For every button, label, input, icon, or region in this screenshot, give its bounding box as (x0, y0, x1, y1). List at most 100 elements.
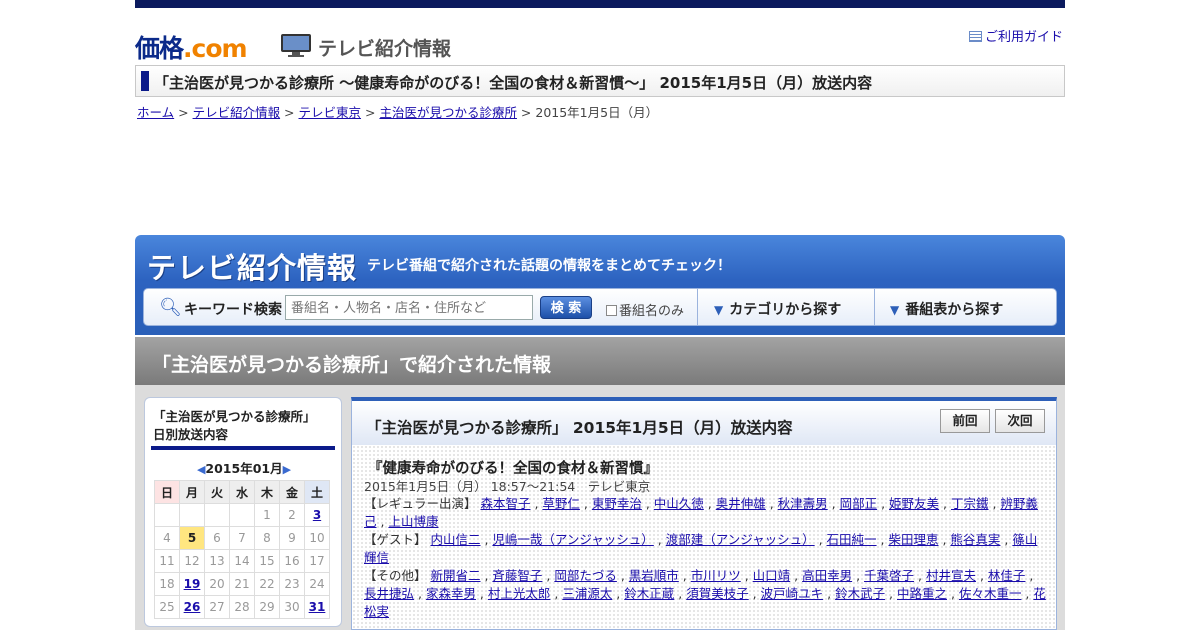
breadcrumb-separator: > (174, 105, 193, 120)
calendar-month: 2015年01月 (205, 461, 283, 476)
search-button[interactable]: 検 索 (540, 296, 592, 319)
calendar-day: 4 (154, 526, 180, 550)
cast-separator: , (827, 496, 840, 511)
cast-member-link[interactable]: 児嶋一哉（アンジャッシュ） (492, 532, 653, 547)
cast-member-link[interactable]: 村井宣夫 (926, 568, 976, 583)
checkbox-box[interactable] (606, 305, 617, 316)
cast-member-link[interactable]: 佐々木重一 (959, 586, 1022, 601)
cast-member-link[interactable]: 丁宗鐵 (951, 496, 989, 511)
cast-member-link[interactable]: 秋津壽男 (778, 496, 828, 511)
cast-member-link[interactable]: 森本智子 (480, 496, 530, 511)
cast-member-link[interactable]: 内山信二 (430, 532, 480, 547)
cast-member-link[interactable]: 柴田理恵 (888, 532, 938, 547)
kakaku-logo[interactable]: 価格.com (135, 29, 248, 65)
cast-member-link[interactable]: 村上光太郎 (488, 586, 551, 601)
calendar-weekday: 木 (254, 480, 280, 504)
section-title[interactable]: テレビ紹介情報 (318, 34, 451, 61)
calendar-day-link[interactable]: 26 (184, 600, 201, 614)
divider (874, 289, 875, 325)
cast-member-link[interactable]: 岡部たづる (554, 568, 617, 583)
guest-cast-label: 【ゲスト】 (364, 532, 431, 547)
calendar-weekday: 日 (154, 480, 180, 504)
cast-member-link[interactable]: 東野幸治 (592, 496, 642, 511)
cast-member-link[interactable]: 奥井伸雄 (716, 496, 766, 511)
calendar-day (204, 503, 230, 527)
program-only-checkbox[interactable]: 番組名のみ (606, 300, 684, 319)
calendar-weekday: 土 (304, 480, 330, 504)
guide-link[interactable]: ご利用ガイド (968, 26, 1063, 45)
cast-member-link[interactable]: 斉藤智子 (492, 568, 542, 583)
category-link-label: カテゴリから探す (729, 302, 842, 318)
cast-member-link[interactable]: 黒岩順市 (629, 568, 679, 583)
cast-member-link[interactable]: 波戸崎ユキ (761, 586, 824, 601)
cast-member-link[interactable]: 中路重之 (897, 586, 947, 601)
cast-member-link[interactable]: 家森幸男 (426, 586, 476, 601)
breadcrumb-program[interactable]: 主治医が見つかる診療所 (379, 105, 517, 120)
calendar-weekday: 金 (279, 480, 305, 504)
prev-episode-button[interactable]: 前回 (940, 409, 990, 433)
next-episode-button[interactable]: 次回 (995, 409, 1045, 433)
cast-member-link[interactable]: 千葉啓子 (864, 568, 914, 583)
calendar-day: 13 (204, 549, 230, 573)
calendar-day-link[interactable]: 31 (309, 600, 326, 614)
cast-separator: , (1025, 568, 1034, 583)
cast-member-link[interactable]: 須賀美枝子 (686, 586, 749, 601)
cast-member-link[interactable]: 鈴木正蔵 (624, 586, 674, 601)
calendar-day: 17 (304, 549, 330, 573)
calendar-day-link[interactable]: 3 (313, 508, 321, 522)
cast-separator: , (885, 586, 897, 601)
breadcrumb-tv-info[interactable]: テレビ紹介情報 (193, 105, 281, 120)
cast-member-link[interactable]: 上山博康 (388, 514, 438, 529)
schedule-link[interactable]: ▼ 番組表から探す (890, 299, 1003, 319)
cast-member-link[interactable]: 熊谷真実 (950, 532, 1000, 547)
calendar-day: 2 (279, 503, 305, 527)
cast-member-link[interactable]: 岡部正 (840, 496, 878, 511)
section-heading: 「主治医が見つかる診療所」で紹介された情報 (152, 354, 552, 376)
breadcrumb: ホーム > テレビ紹介情報 > テレビ東京 > 主治医が見つかる診療所 > 20… (137, 102, 658, 121)
cast-member-link[interactable]: 石田純一 (827, 532, 877, 547)
list-icon (968, 31, 982, 42)
cast-member-link[interactable]: 草野仁 (542, 496, 580, 511)
cast-separator: , (703, 496, 716, 511)
calendar-day[interactable]: 19 (179, 572, 205, 596)
calendar-day-link[interactable]: 19 (184, 577, 201, 591)
cast-member-link[interactable]: 渡部建（アンジャッシュ） (666, 532, 815, 547)
calendar-day: 24 (304, 572, 330, 596)
cast-list: 【レギュラー出演】 森本智子 , 草野仁 , 東野幸治 , 中山久徳 , 奥井伸… (364, 495, 1048, 621)
calendar-day[interactable]: 31 (304, 595, 330, 619)
calendar-day[interactable]: 26 (179, 595, 205, 619)
sidebar-title: 「主治医が見つかる診療所」 日別放送内容 (153, 408, 316, 444)
calendar-weekday: 水 (229, 480, 255, 504)
cast-member-link[interactable]: 新開省二 (430, 568, 480, 583)
search-input[interactable] (285, 295, 533, 320)
schedule-link-label: 番組表から探す (905, 302, 1004, 318)
cast-separator: , (939, 496, 951, 511)
cast-member-link[interactable]: 鈴木武子 (835, 586, 885, 601)
calendar-day: 9 (279, 526, 305, 550)
page-title-bar: 「主治医が見つかる診療所 ～健康寿命がのびる！全国の食材＆新習慣～」 2015年… (135, 65, 1065, 97)
category-link[interactable]: ▼ カテゴリから探す (714, 299, 841, 319)
cast-member-link[interactable]: 市川リツ (691, 568, 741, 583)
next-month-icon[interactable]: ▶ (283, 463, 291, 476)
calendar-day: 30 (279, 595, 305, 619)
cast-member-link[interactable]: 長井捷弘 (364, 586, 414, 601)
cast-separator: , (530, 496, 543, 511)
calendar-table: 日月火水木金土 1 2 3 4 5 6 7 8 9 10 11 12 13 14 15 16 17 18 19 20 2… (154, 480, 330, 619)
calendar-day: 15 (254, 549, 280, 573)
cast-member-link[interactable]: 三浦源太 (562, 586, 612, 601)
calendar-day: 27 (204, 595, 230, 619)
breadcrumb-separator: > (516, 105, 536, 120)
breadcrumb-tv-tokyo[interactable]: テレビ東京 (299, 105, 362, 120)
cast-member-link[interactable]: 山口靖 (753, 568, 791, 583)
checkbox-label: 番組名のみ (619, 304, 685, 319)
breadcrumb-home[interactable]: ホーム (137, 105, 174, 120)
cast-separator: , (938, 532, 951, 547)
cast-member-link[interactable]: 林佳子 (988, 568, 1026, 583)
tv-icon (281, 34, 311, 57)
banner-title[interactable]: テレビ紹介情報 (147, 245, 357, 287)
cast-member-link[interactable]: 中山久徳 (654, 496, 704, 511)
calendar-day[interactable]: 3 (304, 503, 330, 527)
cast-member-link[interactable]: 姫野友美 (889, 496, 939, 511)
cast-member-link[interactable]: 高田幸男 (802, 568, 852, 583)
cast-separator: , (376, 514, 389, 529)
